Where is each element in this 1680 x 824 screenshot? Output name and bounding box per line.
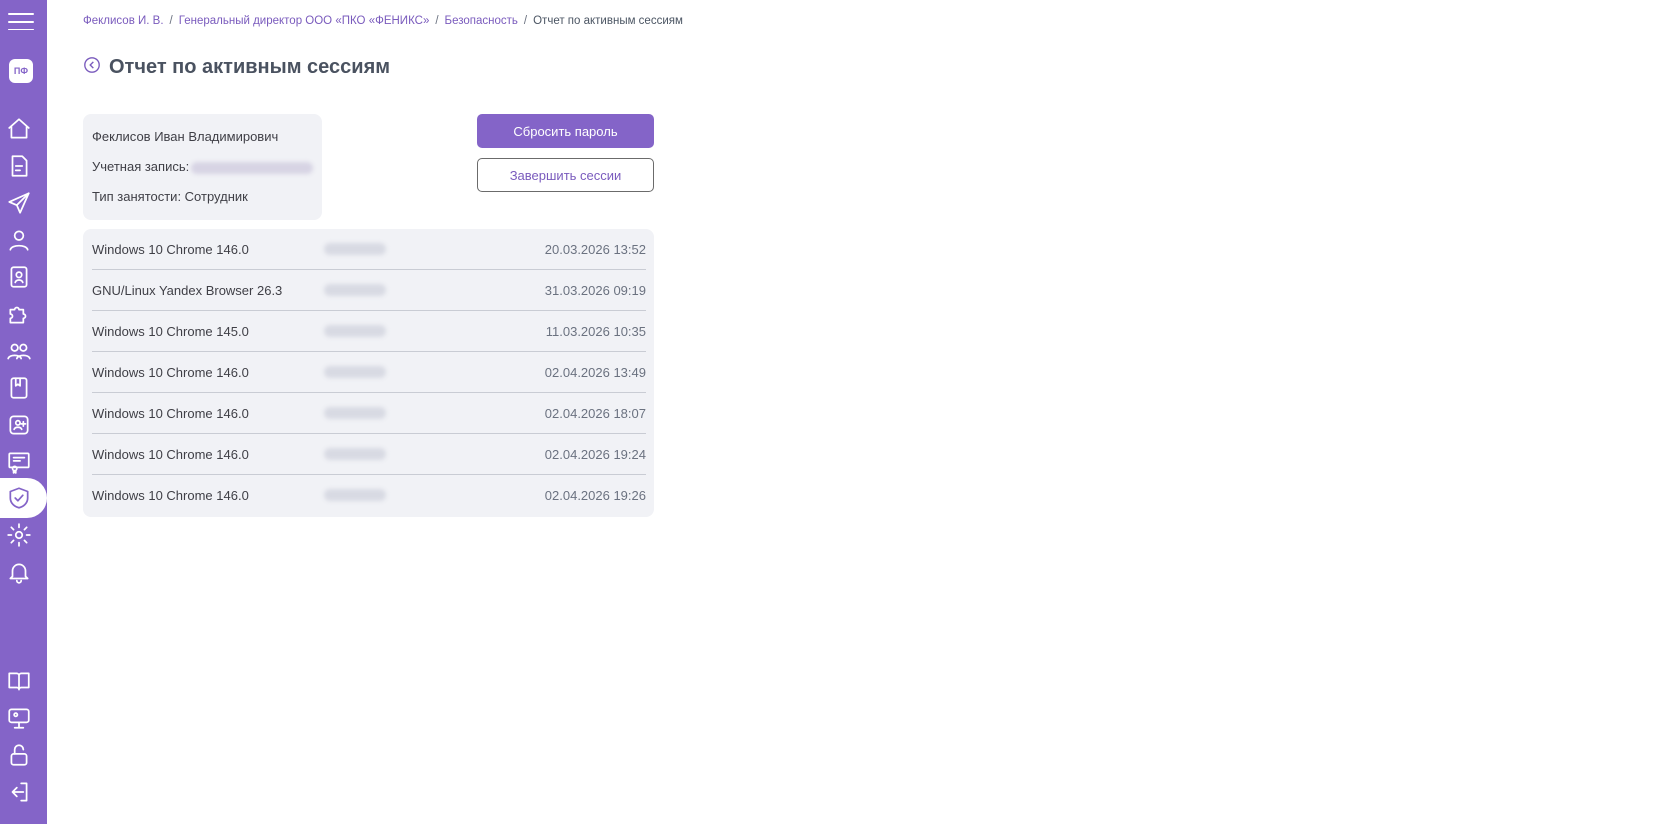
presentation-icon[interactable] [0, 703, 38, 733]
breadcrumb-item-org[interactable]: Генеральный директор ООО «ПКО «ФЕНИКС» [179, 15, 430, 27]
sessions-list: Windows 10 Chrome 146.0 20.03.2026 13:52… [83, 229, 654, 517]
session-row: Windows 10 Chrome 146.0 20.03.2026 13:52 [92, 229, 646, 270]
session-ip-redacted [324, 448, 386, 460]
back-arrow-icon[interactable] [83, 56, 101, 79]
breadcrumb-separator: / [435, 15, 439, 27]
breadcrumb-current: Отчет по активным сессиям [533, 15, 683, 27]
open-book-icon[interactable] [0, 666, 38, 696]
contact-icon[interactable] [0, 410, 38, 440]
session-date: 02.04.2026 13:49 [544, 365, 646, 380]
breadcrumb-item-user[interactable]: Феклисов И. В. [83, 15, 164, 27]
session-device: GNU/Linux Yandex Browser 26.3 [92, 283, 283, 298]
account-line: Учетная запись: [92, 159, 314, 174]
bell-icon[interactable] [0, 557, 38, 587]
session-row: Windows 10 Chrome 146.0 02.04.2026 18:07 [92, 393, 646, 434]
session-ip-redacted [324, 489, 386, 501]
team-icon[interactable] [0, 336, 38, 366]
badge-icon[interactable] [0, 262, 38, 292]
session-ip-redacted [324, 243, 386, 255]
home-icon[interactable] [0, 114, 38, 144]
session-date: 31.03.2026 09:19 [544, 283, 646, 298]
session-row: Windows 10 Chrome 146.0 02.04.2026 13:49 [92, 352, 646, 393]
user-name: Феклисов Иван Владимирович [92, 129, 279, 144]
session-date: 02.04.2026 18:07 [544, 406, 646, 421]
session-row: Windows 10 Chrome 145.0 11.03.2026 10:35 [92, 311, 646, 352]
session-ip-redacted [324, 325, 386, 337]
session-date: 11.03.2026 10:35 [545, 324, 646, 339]
session-row: Windows 10 Chrome 146.0 02.04.2026 19:24 [92, 434, 646, 475]
session-device: Windows 10 Chrome 146.0 [92, 365, 249, 380]
breadcrumb-item-security[interactable]: Безопасность [445, 15, 518, 27]
session-device: Windows 10 Chrome 146.0 [92, 406, 249, 421]
breadcrumb-separator: / [169, 15, 173, 27]
page-title: Отчет по активным сессиям [109, 56, 391, 78]
session-device: Windows 10 Chrome 146.0 [92, 242, 249, 257]
breadcrumb-separator: / [523, 15, 528, 27]
send-icon[interactable] [0, 188, 38, 218]
session-row: Windows 10 Chrome 146.0 02.04.2026 19:26 [92, 475, 646, 516]
gear-icon[interactable] [0, 520, 38, 550]
account-label: Учетная запись: [92, 159, 190, 174]
employment-type: Тип занятости: Сотрудник [92, 189, 248, 204]
shield-check-icon[interactable] [0, 483, 38, 513]
session-ip-redacted [324, 366, 386, 378]
account-value-redacted [191, 161, 314, 174]
session-ip-redacted [324, 284, 386, 296]
lock-open-icon[interactable] [0, 740, 38, 770]
session-date: 02.04.2026 19:24 [544, 447, 646, 462]
session-date: 02.04.2026 19:26 [544, 488, 646, 503]
book-icon[interactable] [0, 373, 38, 403]
end-sessions-button[interactable]: Завершить сессии [477, 158, 654, 192]
certificate-icon[interactable] [0, 447, 38, 477]
sidebar-item-security[interactable] [0, 478, 47, 518]
reset-password-button[interactable]: Сбросить пароль [477, 114, 654, 148]
session-row: GNU/Linux Yandex Browser 26.3 31.03.2026… [92, 270, 646, 311]
menu-icon[interactable] [8, 13, 34, 31]
user-icon[interactable] [0, 225, 38, 255]
session-ip-redacted [324, 407, 386, 419]
puzzle-icon[interactable] [0, 299, 38, 329]
user-info-card: Феклисов Иван Владимирович Учетная запис… [83, 114, 322, 220]
sidebar: ПФ [0, 0, 47, 824]
logout-icon[interactable] [0, 777, 38, 807]
session-date: 20.03.2026 13:52 [544, 242, 646, 257]
session-device: Windows 10 Chrome 146.0 [92, 447, 249, 462]
document-icon[interactable] [0, 151, 38, 181]
session-device: Windows 10 Chrome 145.0 [92, 324, 249, 339]
page-header: Отчет по активным сессиям [83, 56, 390, 79]
breadcrumb: Феклисов И. В. / Генеральный директор ОО… [83, 15, 683, 27]
session-device: Windows 10 Chrome 146.0 [92, 488, 249, 503]
org-logo-badge[interactable]: ПФ [9, 59, 33, 83]
